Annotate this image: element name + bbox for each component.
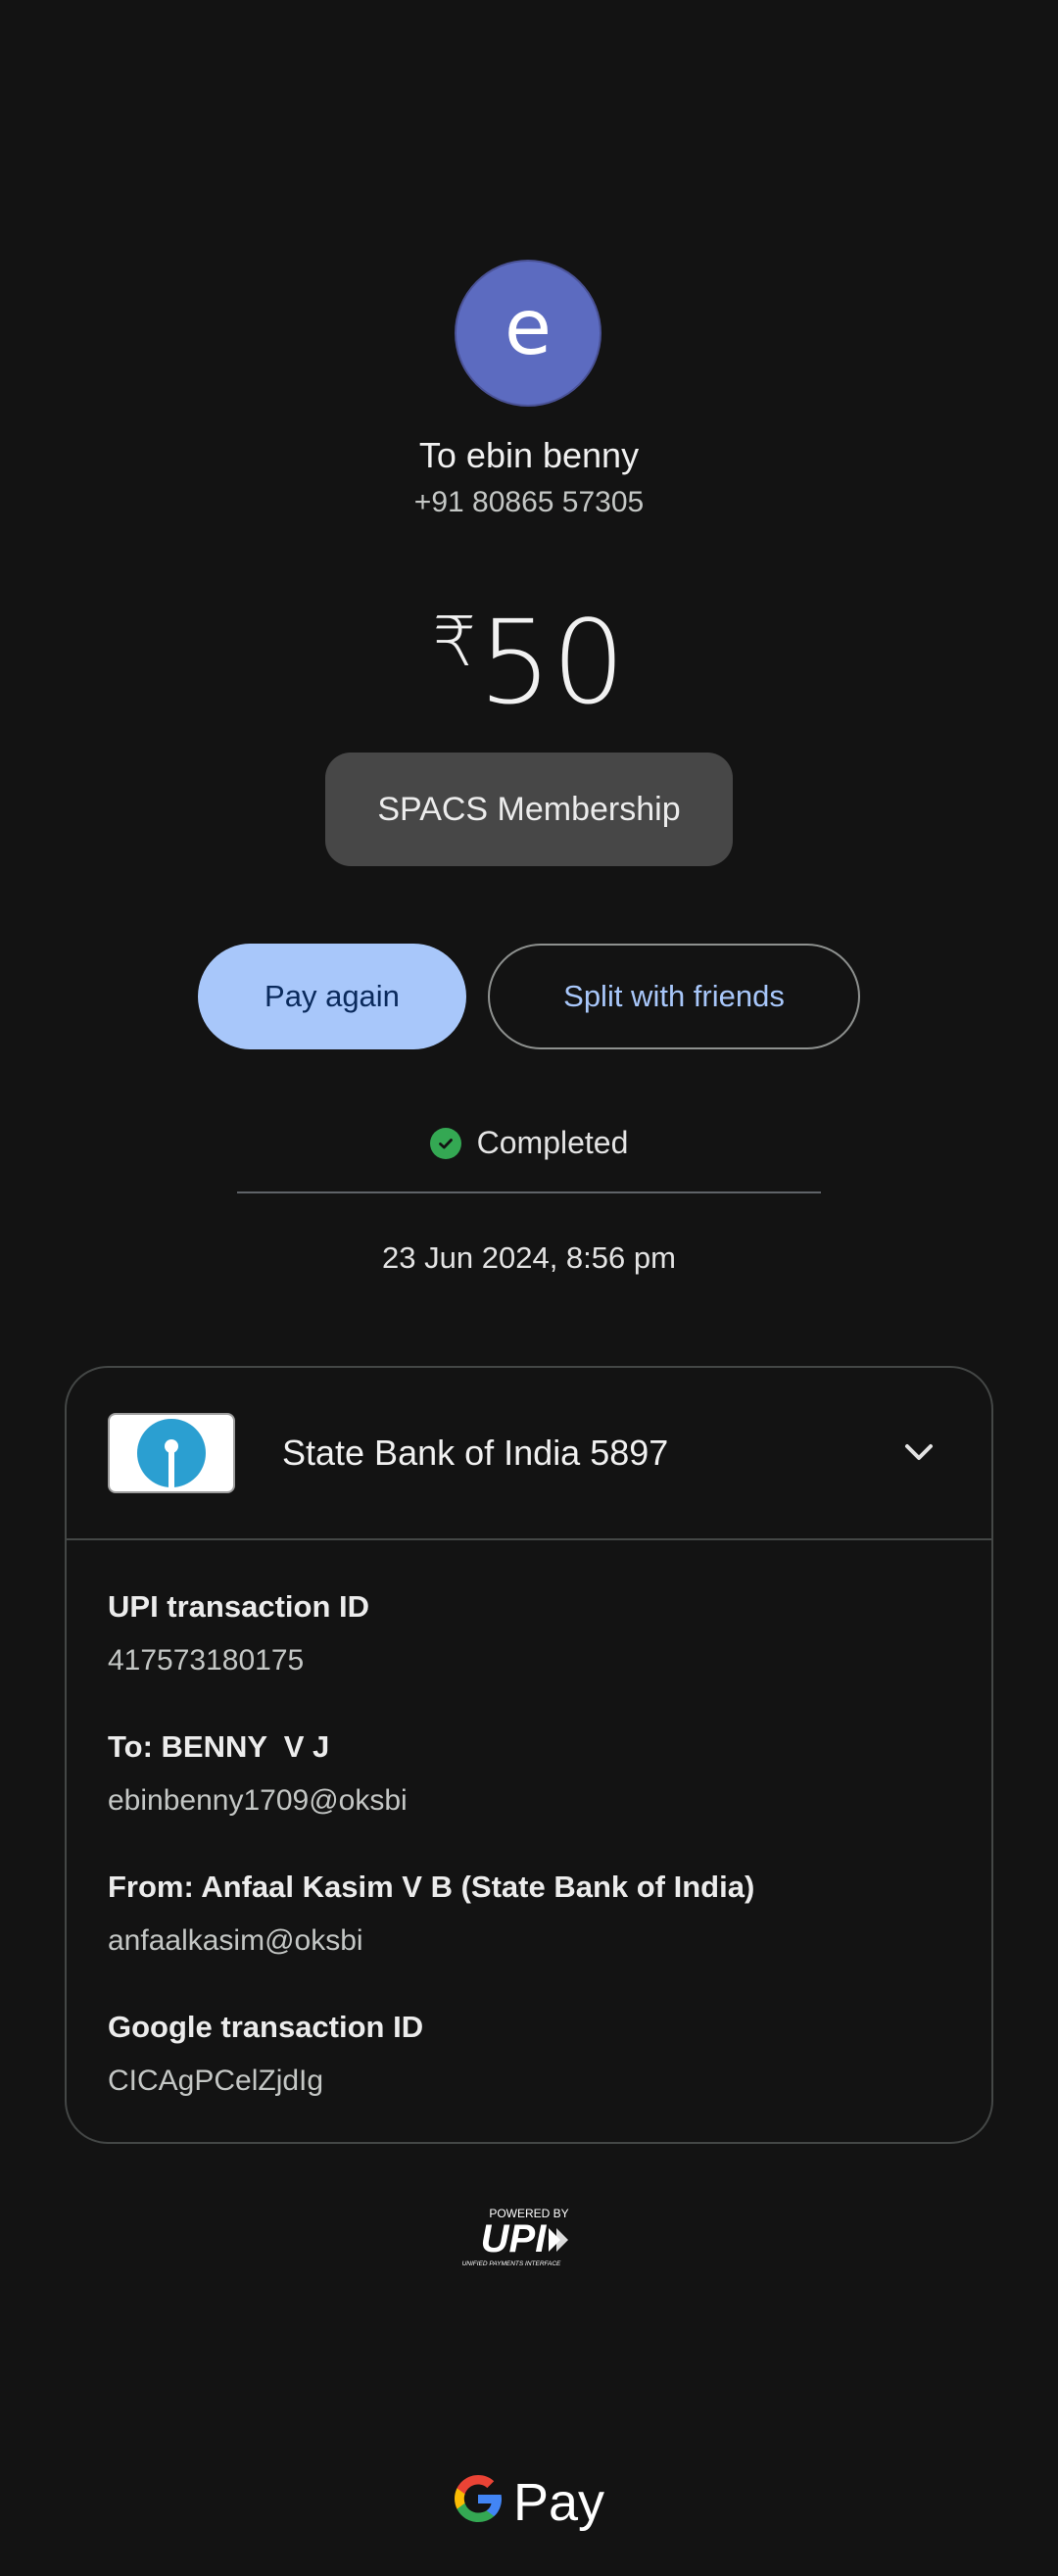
google-transaction-id-label: Google transaction ID [108,2010,424,2044]
card-divider [67,1538,991,1540]
upi-wordmark: UPI [481,2217,548,2260]
chevron-down-icon[interactable] [895,1429,942,1476]
currency-symbol: ₹ [432,602,477,682]
upi-logo: POWERED BY UPI UNIFIED PAYMENTS INTERFAC… [460,2205,598,2269]
to-upi-id: ebinbenny1709@oksbi [108,1784,408,1817]
upi-transaction-id-value: 417573180175 [108,1644,305,1677]
avatar-letter: e [505,284,552,372]
status-row: Completed [0,1125,1058,1161]
payment-note: SPACS Membership [325,753,733,866]
from-upi-id: anfaalkasim@oksbi [108,1924,363,1957]
check-icon [429,1127,461,1159]
recipient-avatar: e [455,260,601,407]
recipient-phone: +91 80865 57305 [413,486,645,518]
payment-amount: ₹50 [0,578,1058,726]
recipient-name: To ebin benny [418,435,640,475]
from-label: From: Anfaal Kasim V B (State Bank of In… [108,1870,755,1904]
status-text: Completed [476,1125,629,1160]
transaction-datetime: 23 Jun 2024, 8:56 pm [382,1240,676,1275]
divider [237,1191,821,1193]
pay-again-button[interactable]: Pay again [198,944,466,1049]
sbi-logo [108,1413,235,1493]
to-label: To: BENNY V J [108,1729,330,1764]
upi-transaction-id-label: UPI transaction ID [108,1589,369,1624]
bank-account-name: State Bank of India 5897 [282,1433,669,1473]
gpay-text: Pay [513,2473,604,2532]
bank-account-row[interactable]: State Bank of India 5897 [67,1368,991,1540]
google-pay-logo: Pay [451,2461,611,2536]
transaction-details-card: State Bank of India 5897 UPI transaction… [65,1366,993,2144]
google-transaction-id-value: CICAgPCelZjdIg [108,2065,324,2097]
upi-subtitle: UNIFIED PAYMENTS INTERFACE [462,2260,561,2267]
google-g-logo [455,2475,502,2522]
amount-value: 50 [478,595,626,730]
split-with-friends-button[interactable]: Split with friends [488,944,860,1049]
